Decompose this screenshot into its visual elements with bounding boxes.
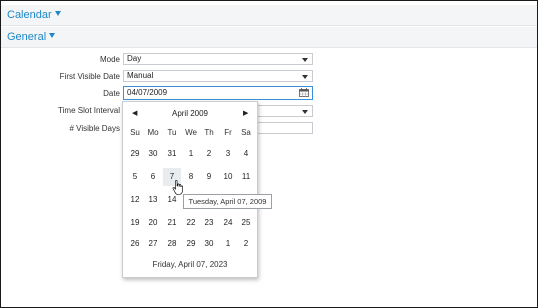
date-tooltip: Tuesday, April 07, 2009 (183, 194, 272, 209)
weekday-sa: Sa (241, 128, 251, 137)
next-month-icon[interactable]: ▶ (243, 109, 248, 117)
calendar-icon[interactable] (299, 88, 309, 97)
hand-pointer-icon (172, 180, 183, 195)
mode-select[interactable]: Day (123, 53, 313, 65)
day-cell[interactable]: 8 (182, 168, 200, 186)
day-cell[interactable]: 27 (144, 235, 162, 253)
chevron-down-icon[interactable] (302, 58, 308, 62)
day-cell[interactable]: 6 (144, 168, 162, 186)
day-cell[interactable]: 3 (219, 145, 237, 163)
day-cell[interactable]: 29 (126, 145, 144, 163)
day-cell[interactable]: 25 (237, 214, 255, 232)
weekday-tu: Tu (167, 128, 177, 137)
day-cell[interactable]: 31 (163, 145, 181, 163)
day-cell[interactable]: 1 (182, 145, 200, 163)
day-cell[interactable]: 29 (182, 235, 200, 253)
weekday-th: Th (204, 128, 214, 137)
section-header-general[interactable]: General (1, 27, 537, 48)
day-cell[interactable]: 2 (200, 145, 218, 163)
time-slot-interval-label: Time Slot Interval (58, 106, 120, 115)
section-title-general[interactable]: General (7, 27, 56, 47)
day-cell[interactable]: 19 (126, 214, 144, 232)
datepicker-popup: ◀ April 2009 ▶ Su Mo Tu We Th Fr Sa 29 3… (122, 101, 258, 278)
day-cell[interactable]: 23 (200, 214, 218, 232)
day-cell[interactable]: 5 (126, 168, 144, 186)
day-cell[interactable]: 12 (126, 191, 144, 209)
weekday-mo: Mo (147, 128, 159, 137)
date-value[interactable]: 04/07/2009 (127, 88, 167, 97)
day-cell[interactable]: 22 (182, 214, 200, 232)
day-cell[interactable]: 30 (200, 235, 218, 253)
day-cell[interactable]: 28 (163, 235, 181, 253)
caret-down-icon[interactable] (49, 33, 56, 38)
visible-days-label: # Visible Days (69, 124, 120, 133)
day-cell[interactable]: 2 (237, 235, 255, 253)
weekday-we: We (185, 128, 197, 137)
section-header-calendar[interactable]: Calendar (1, 5, 537, 26)
mode-value: Day (127, 54, 142, 63)
mode-label: Mode (99, 55, 120, 64)
day-cell[interactable]: 4 (237, 145, 255, 163)
caret-down-icon[interactable] (54, 11, 61, 16)
day-cell[interactable]: 9 (200, 168, 218, 186)
section-general-label[interactable]: General (7, 31, 46, 43)
day-cell[interactable]: 21 (163, 214, 181, 232)
day-cell[interactable]: 13 (144, 191, 162, 209)
weekday-su: Su (130, 128, 140, 137)
first-visible-date-select[interactable]: Manual (123, 70, 313, 82)
day-cell[interactable]: 26 (126, 235, 144, 253)
month-year-label[interactable]: April 2009 (123, 109, 257, 118)
section-calendar-label[interactable]: Calendar (7, 9, 52, 21)
day-cell[interactable]: 20 (144, 214, 162, 232)
date-label: Date (103, 89, 120, 98)
first-visible-date-value: Manual (127, 71, 154, 80)
first-visible-date-label: First Visible Date (59, 72, 120, 81)
day-cell[interactable]: 1 (219, 235, 237, 253)
weekday-fr: Fr (224, 128, 232, 137)
section-title-calendar[interactable]: Calendar (7, 5, 61, 25)
day-cell[interactable]: 24 (219, 214, 237, 232)
today-footer[interactable]: Friday, April 07, 2023 (123, 260, 257, 269)
chevron-down-icon[interactable] (302, 110, 308, 114)
day-cell[interactable]: 30 (144, 145, 162, 163)
day-cell[interactable]: 11 (237, 168, 255, 186)
chevron-down-icon[interactable] (302, 75, 308, 79)
day-cell[interactable]: 10 (219, 168, 237, 186)
date-input[interactable]: 04/07/2009 (123, 86, 313, 100)
